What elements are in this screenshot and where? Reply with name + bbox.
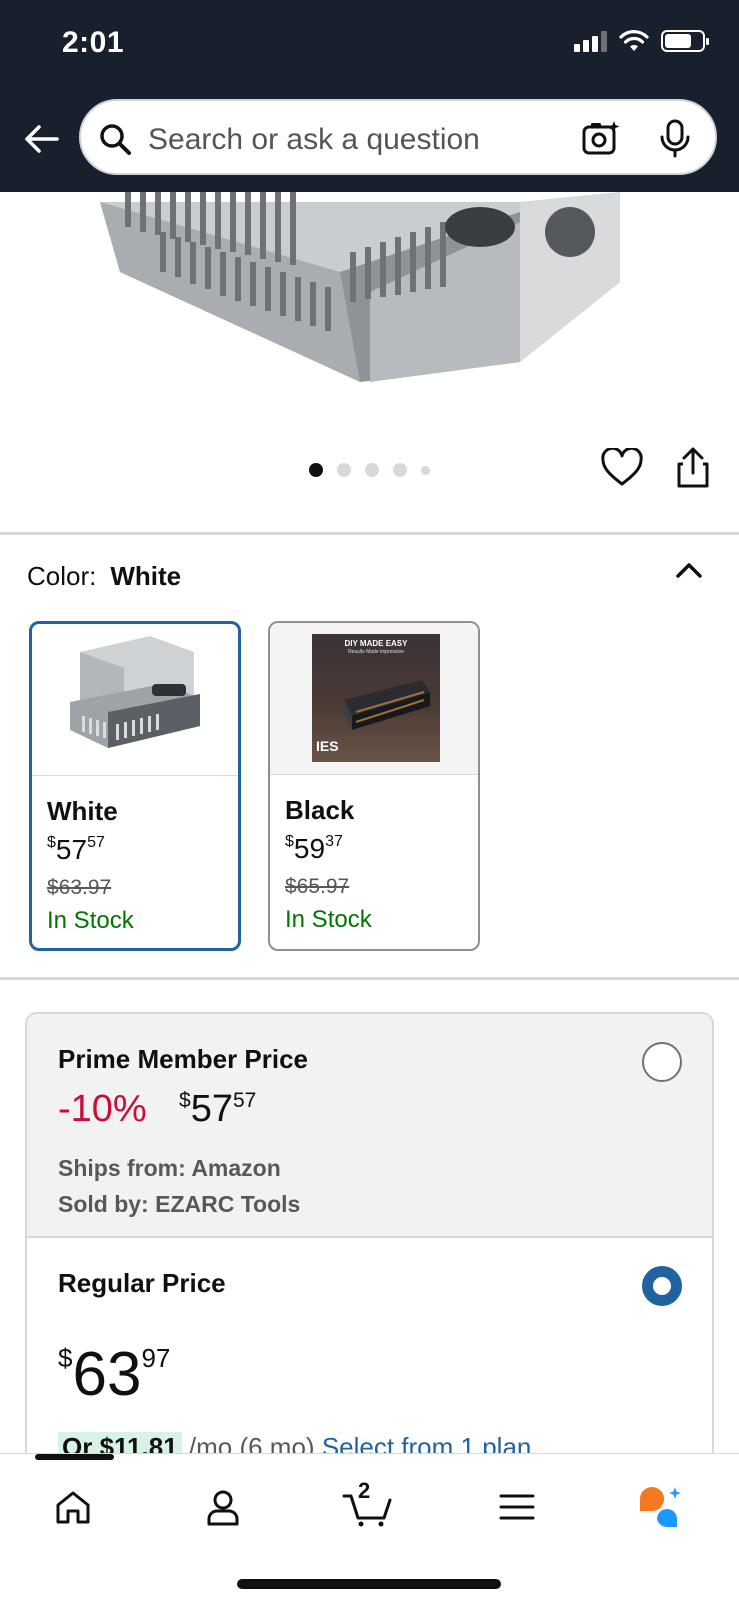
carousel-dot[interactable] (309, 463, 323, 477)
white-kit-image (70, 636, 200, 748)
search-placeholder: Search or ask a question (148, 123, 480, 156)
top-bar: 2:01 Search or ask a question (0, 0, 739, 192)
cart-count-badge: 2 (358, 1478, 371, 1503)
swatch-availability: In Stock (47, 907, 134, 934)
price-symbol: $ (285, 833, 294, 850)
cellular-signal-icon (574, 30, 607, 52)
section-divider (0, 532, 739, 535)
price-options: Prime Member Price -10% $5757 Ships from… (25, 1012, 714, 1472)
battery-icon (661, 30, 709, 52)
image-brand: IES (316, 738, 339, 754)
camera-search-icon[interactable] (581, 118, 621, 158)
nav-rufus[interactable] (636, 1482, 686, 1532)
swatch-name: Black (285, 795, 355, 825)
swatch-image (32, 624, 238, 776)
wifi-icon (619, 30, 649, 51)
nav-account[interactable] (198, 1482, 248, 1532)
price-whole: 57 (55, 834, 88, 865)
carousel-dot[interactable] (337, 463, 351, 477)
swatch-name: White (47, 796, 118, 826)
section-divider (0, 977, 739, 980)
status-time: 2:01 (62, 26, 125, 59)
chevron-up-icon[interactable] (673, 555, 705, 587)
product-image (100, 192, 620, 382)
menu-icon (499, 1494, 535, 1520)
swatch-availability: In Stock (285, 906, 372, 933)
prime-price-option[interactable]: Prime Member Price -10% $5757 Ships from… (27, 1014, 712, 1238)
seller-info: Ships from: Amazon Sold by: EZARC Tools (58, 1150, 300, 1222)
swatch-price: $5937 (285, 833, 343, 865)
black-kit-image: DIY MADE EASY Results Made impressive IE… (312, 634, 440, 762)
nav-menu[interactable] (492, 1482, 542, 1532)
search-icon (100, 124, 131, 155)
back-button[interactable] (18, 116, 64, 162)
price-whole: 63 (72, 1340, 142, 1409)
microphone-icon[interactable] (657, 118, 693, 158)
price-whole: 59 (293, 833, 326, 864)
share-icon[interactable] (673, 447, 713, 489)
heart-icon[interactable] (600, 448, 644, 488)
price-whole: 57 (190, 1088, 233, 1130)
product-page: 2:01 Search or ask a question Color: Whi… (0, 0, 739, 1600)
sold-by: Sold by: EZARC Tools (58, 1191, 301, 1217)
price-cents: 57 (232, 1089, 257, 1112)
color-label-row: Color: White (27, 561, 181, 592)
account-icon (207, 1490, 239, 1526)
regular-price-radio[interactable] (642, 1266, 682, 1306)
price-cents: 97 (141, 1343, 171, 1373)
carousel-dot[interactable] (421, 465, 430, 475)
home-icon (56, 1491, 90, 1524)
back-arrow-icon (25, 125, 59, 153)
active-tab-indicator (35, 1454, 114, 1460)
discount-percent: -10% (58, 1088, 147, 1130)
swatch-list-price: $63.97 (47, 876, 112, 899)
prime-price-title: Prime Member Price (58, 1044, 309, 1074)
price-symbol: $ (179, 1089, 191, 1112)
carousel-dot[interactable] (393, 463, 407, 477)
regular-price: $6397 (58, 1339, 170, 1410)
search-bar[interactable]: Search or ask a question (79, 99, 717, 175)
color-option-white[interactable]: White $5757 $63.97 In Stock (29, 621, 241, 951)
swatch-price: $5757 (47, 834, 105, 866)
status-icons (574, 30, 709, 52)
price-symbol: $ (58, 1343, 73, 1373)
nav-cart[interactable]: 2 (340, 1478, 396, 1532)
color-option-black[interactable]: DIY MADE EASY Results Made impressive IE… (268, 621, 480, 951)
prime-price: $5757 (179, 1088, 256, 1131)
rufus-icon (640, 1487, 681, 1528)
swatch-image: DIY MADE EASY Results Made impressive IE… (270, 623, 478, 775)
color-selected-value: White (110, 561, 182, 591)
price-cents: 57 (87, 834, 105, 851)
color-label: Color: (27, 561, 97, 591)
ships-from: Ships from: Amazon (58, 1155, 281, 1181)
carousel-dot[interactable] (365, 463, 379, 477)
swatch-list-price: $65.97 (285, 875, 350, 898)
regular-price-title: Regular Price (58, 1268, 226, 1298)
price-cents: 37 (325, 833, 343, 850)
price-symbol: $ (47, 834, 56, 851)
bottom-navigation: 2 (0, 1453, 739, 1600)
home-indicator (237, 1579, 501, 1589)
nav-home[interactable] (48, 1482, 98, 1532)
prime-price-radio[interactable] (642, 1042, 682, 1082)
